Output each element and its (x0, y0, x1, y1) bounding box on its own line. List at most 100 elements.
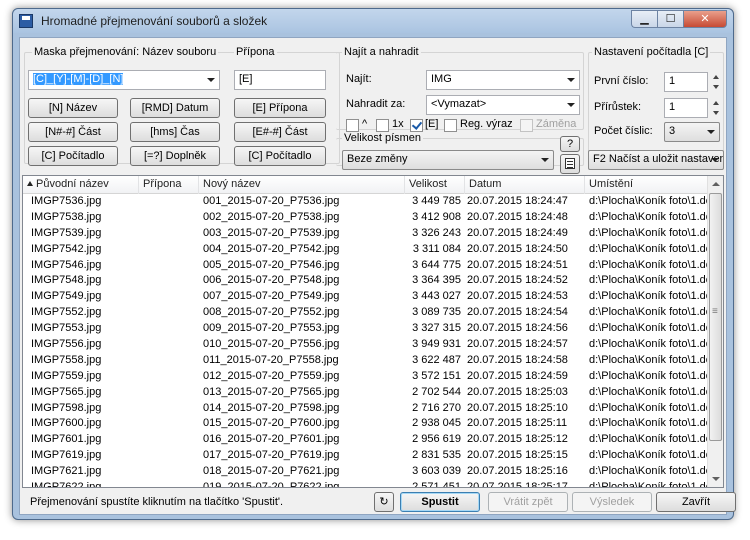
table-cell: d:\Plocha\Koník foto\1.den (589, 195, 707, 207)
column-original-name[interactable]: Původní název (23, 176, 139, 194)
table-row[interactable]: IMGP7565.jpg 013_2015-07-20_P7565.jpg 2 70… (23, 385, 709, 401)
table-row[interactable]: IMGP7552.jpg 008_2015-07-20_P7552.jpg 3 08… (23, 305, 709, 321)
insert-plugin-button[interactable]: [=?] Doplněk (130, 146, 220, 166)
table-cell (143, 353, 199, 369)
ext-checkbox[interactable] (410, 119, 423, 132)
table-row[interactable]: IMGP7559.jpg 012_2015-07-20_P7559.jpg 3 57… (23, 369, 709, 385)
insert-ext-counter-button[interactable]: [C] Počítadlo (234, 146, 326, 166)
table-row[interactable]: IMGP7539.jpg 003_2015-07-20_P7539.jpg 3 32… (23, 226, 709, 242)
insert-ext-button[interactable]: [E] Přípona (234, 98, 326, 118)
table-row[interactable]: IMGP7553.jpg 009_2015-07-20_P7553.jpg 3 32… (23, 321, 709, 337)
scroll-down-icon[interactable] (708, 471, 723, 487)
digits-label: Počet číslic: (594, 125, 653, 137)
ext-option-label: [E] (425, 118, 439, 130)
insert-name-part-button[interactable]: [N#-#] Část (28, 122, 118, 142)
table-cell (143, 226, 199, 242)
close-window-button[interactable]: ✕ (683, 10, 727, 28)
table-row[interactable]: IMGP7621.jpg 018_2015-07-20_P7621.jpg 3 60… (23, 464, 709, 480)
table-cell (143, 480, 199, 487)
help-button[interactable]: ? (560, 136, 580, 152)
insert-datetime-button[interactable]: [RMD] Datum (130, 98, 220, 118)
first-number-input[interactable]: 1 (664, 72, 708, 92)
swap-checkbox[interactable] (520, 119, 533, 132)
table-cell: 20.07.2015 18:25:03 (467, 385, 568, 398)
close-button[interactable]: Zavřít (656, 492, 736, 512)
refresh-button[interactable]: ↻ (374, 492, 394, 512)
mask-name-combo[interactable]: [C]_[Y]-[M]-[D]_[N] (28, 70, 220, 90)
load-save-settings-combo[interactable]: F2 Načíst a uložit nastavení (588, 150, 724, 170)
column-date[interactable]: Datum (465, 176, 585, 194)
first-number-stepper[interactable] (710, 71, 722, 93)
table-cell: IMGP7556.jpg (31, 338, 102, 351)
scroll-up-icon[interactable] (708, 176, 723, 192)
file-list-table[interactable]: Původní název Přípona Nový název Velikos… (22, 175, 724, 488)
table-row[interactable]: IMGP7549.jpg 007_2015-07-20_P7549.jpg 3 44… (23, 289, 709, 305)
find-combo[interactable]: IMG (426, 70, 580, 90)
digits-value: 3 (669, 125, 676, 137)
insert-counter-button[interactable]: [C] Počítadlo (28, 146, 118, 166)
insert-name-button[interactable]: [N] Název (28, 98, 118, 118)
mask-ext-input[interactable]: [E] (234, 70, 326, 90)
table-row[interactable]: IMGP7601.jpg 016_2015-07-20_P7601.jpg 2 95… (23, 432, 709, 448)
insert-ext-part-button[interactable]: [E#-#] Část (234, 122, 326, 142)
digits-combo[interactable]: 3 (664, 122, 720, 142)
table-cell: 20.07.2015 18:24:58 (467, 353, 568, 366)
table-cell: IMGP7539.jpg (31, 226, 102, 239)
scroll-thumb[interactable] (709, 193, 722, 441)
mask-name-value: [C]_[Y]-[M]-[D]_[N] (33, 73, 124, 85)
table-cell: IMGP7549.jpg (31, 290, 102, 303)
insert-time-button[interactable]: [hms] Čas (130, 122, 220, 142)
step-input[interactable]: 1 (664, 98, 708, 118)
table-row[interactable]: IMGP7538.jpg 002_2015-07-20_P7538.jpg 3 41… (23, 210, 709, 226)
table-row[interactable]: IMGP7600.jpg 015_2015-07-20_P7600.jpg 2 93… (23, 416, 709, 432)
table-cell: IMGP7601.jpg (31, 433, 102, 446)
table-row[interactable]: IMGP7546.jpg 005_2015-07-20_P7546.jpg 3 64… (23, 258, 709, 274)
column-extension[interactable]: Přípona (139, 176, 199, 194)
table-cell (143, 401, 199, 417)
run-button[interactable]: Spustit (400, 492, 480, 512)
find-replace-label: Najít a nahradit (342, 46, 421, 58)
regex-checkbox[interactable] (444, 119, 457, 132)
rename-app-icon (19, 14, 33, 28)
title-bar[interactable]: Hromadné přejmenování souborů a složek ▁… (13, 9, 733, 33)
result-button[interactable]: Výsledek (572, 492, 652, 512)
caret-checkbox[interactable] (346, 119, 359, 132)
column-size[interactable]: Velikost (405, 176, 465, 194)
maximize-icon: ☐ (665, 13, 676, 25)
table-row[interactable]: IMGP7556.jpg 010_2015-07-20_P7556.jpg 3 94… (23, 337, 709, 353)
replace-combo[interactable]: <Vymazat> (426, 95, 580, 115)
table-row[interactable]: IMGP7536.jpg 001_2015-07-20_P7536.jpg 3 44… (23, 194, 709, 210)
table-cell: 3 326 243 (412, 226, 461, 239)
table-cell: 3 449 785 (412, 195, 461, 207)
vertical-scrollbar[interactable] (707, 176, 723, 487)
once-checkbox[interactable] (376, 119, 389, 132)
table-cell: IMGP7622.jpg (31, 481, 102, 488)
mask-name-label: Maska přejmenování: Název souboru (32, 46, 219, 58)
step-stepper[interactable] (710, 97, 722, 119)
table-row[interactable]: IMGP7598.jpg 014_2015-07-20_P7598.jpg 2 71… (23, 401, 709, 417)
table-row[interactable]: IMGP7542.jpg 004_2015-07-20_P7542.jpg 3 31… (23, 242, 709, 258)
table-cell: 2 938 045 (412, 417, 461, 430)
minimize-button[interactable]: ▁ (631, 10, 657, 28)
table-cell: 015_2015-07-20_P7600.jpg (203, 417, 340, 430)
table-cell: 018_2015-07-20_P7621.jpg (203, 465, 340, 478)
chevron-down-icon (207, 78, 215, 82)
column-new-name[interactable]: Nový název (199, 176, 405, 194)
notes-button[interactable] (560, 154, 580, 174)
table-cell: 20.07.2015 18:24:49 (467, 226, 568, 239)
table-cell: d:\Plocha\Koník foto\1.den (589, 481, 707, 488)
case-combo[interactable]: Beze změny (342, 150, 554, 170)
table-row[interactable]: IMGP7558.jpg 011_2015-07-20_P7558.jpg 3 62… (23, 353, 709, 369)
table-cell: 3 089 735 (412, 306, 461, 319)
table-cell: d:\Plocha\Koník foto\1.den (589, 369, 707, 382)
table-row[interactable]: IMGP7548.jpg 006_2015-07-20_P7548.jpg 3 36… (23, 273, 709, 289)
dialog-client-area: Maska přejmenování: Název souboru Přípon… (19, 37, 736, 515)
table-cell: 3 327 315 (412, 322, 461, 335)
undo-button[interactable]: Vrátit zpět (488, 492, 568, 512)
column-location[interactable]: Umístění (585, 176, 709, 194)
first-number-value: 1 (669, 75, 676, 87)
maximize-button[interactable]: ☐ (657, 10, 683, 28)
table-row[interactable]: IMGP7622.jpg 019_2015-07-20_P7622.jpg 2 57… (23, 480, 709, 488)
table-row[interactable]: IMGP7619.jpg 017_2015-07-20_P7619.jpg 2 83… (23, 448, 709, 464)
table-cell: d:\Plocha\Koník foto\1.den (589, 385, 707, 398)
